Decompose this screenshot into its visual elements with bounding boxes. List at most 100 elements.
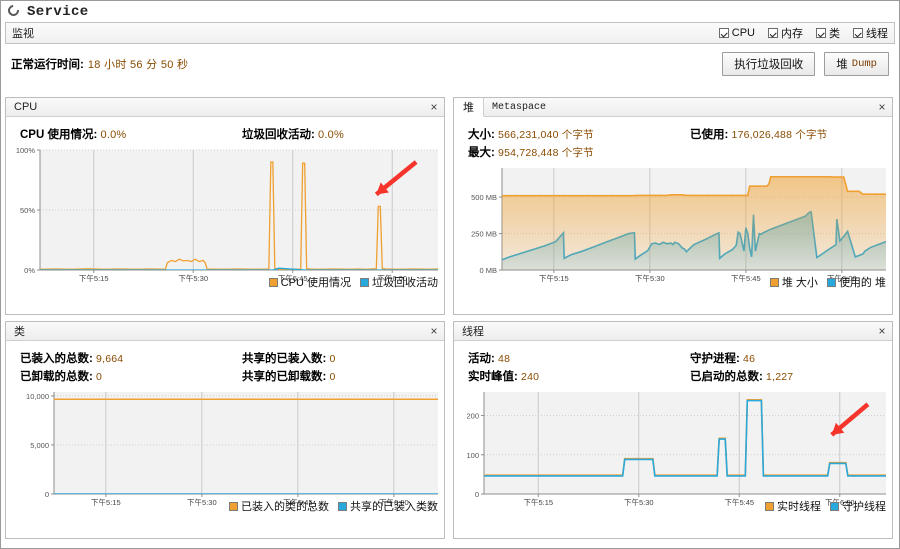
checkbox-label: 内存 — [781, 28, 803, 40]
close-icon[interactable]: × — [424, 322, 444, 340]
checkmark-icon — [718, 28, 729, 38]
legend-swatch-icon — [830, 501, 839, 511]
classes-legend-item[interactable]: 已装入的类的总数 — [229, 498, 329, 514]
close-icon[interactable]: × — [872, 322, 892, 340]
threads-live-value: 48 — [498, 353, 511, 365]
svg-text:下午5:15: 下午5:15 — [523, 497, 553, 507]
checkmark-icon — [816, 28, 826, 38]
heap-used-stat: 已使用: 176,026,488 个字节 — [690, 126, 892, 142]
close-icon[interactable]: × — [424, 98, 444, 116]
classes-stats: 已装入的总数: 9,664 共享的已装入数: 0 已卸载的总数: 0 共享的已卸… — [6, 347, 444, 386]
tab-heap[interactable]: 堆 — [454, 98, 484, 117]
checkmark-icon — [853, 28, 863, 38]
legend-swatch-icon — [765, 501, 774, 511]
panel-cpu-header: CPU × — [6, 98, 444, 117]
cpu-usage-value: 0.0% — [100, 129, 127, 141]
checkbox-cpu[interactable]: CPU — [718, 27, 755, 39]
legend-label: 使用的 堆 — [838, 277, 886, 289]
svg-text:250 MB: 250 MB — [471, 230, 497, 239]
panel-heap-body: 大小: 566,231,040 个字节 已使用: 176,026,488 个字节… — [454, 117, 892, 314]
threads-started-total-label: 已启动的总数: — [690, 371, 763, 383]
classes-loaded-total-stat: 已装入的总数: 9,664 — [20, 350, 242, 366]
cpu-legend-item[interactable]: 垃圾回收活动 — [360, 274, 438, 290]
checkbox-label: CPU — [731, 27, 755, 39]
threads-chart[interactable]: 0 100 200 下午5:15 下午5:30 下午5:45 下午6:00 实时线程 守护线程 — [454, 386, 892, 516]
gc-activity-label: 垃圾回收活动: — [242, 129, 315, 141]
legend-swatch-icon — [769, 277, 779, 287]
checkbox-内存[interactable]: 内存 — [768, 25, 803, 41]
threads-started-total-value: 1,227 — [766, 371, 794, 383]
panel-classes-title: 类 — [14, 326, 25, 338]
cpu-legend-item[interactable]: CPU 使用情况 — [268, 274, 351, 290]
classes-shared-unloaded-value: 0 — [329, 371, 336, 383]
gc-activity-stat: 垃圾回收活动: 0.0% — [242, 126, 444, 142]
heap-max-value: 954,728,448 个字节 — [498, 147, 594, 159]
panel-grid: CPU × CPU 使用情况: 0.0% 垃圾回收活动: 0.0% 0% 50% 1… — [5, 97, 897, 546]
svg-text:下午5:30: 下午5:30 — [178, 273, 208, 283]
heap-dump-label-mono: Dump — [851, 57, 877, 70]
svg-text:下午5:30: 下午5:30 — [635, 273, 665, 283]
panel-classes: 类 × 已装入的总数: 9,664 共享的已装入数: 0 已卸载的总数: 0 共… — [5, 321, 445, 539]
panel-cpu-body: CPU 使用情况: 0.0% 垃圾回收活动: 0.0% 0% 50% 100% 下午5… — [6, 117, 444, 314]
uptime-row: 正常运行时间: 18 小时 56 分 50 秒 执行垃圾回收 堆 Dump — [1, 44, 899, 83]
heap-legend-item[interactable]: 堆 大小 — [769, 274, 818, 290]
classes-shared-loaded-stat: 共享的已装入数: 0 — [242, 350, 444, 366]
svg-text:下午5:45: 下午5:45 — [724, 497, 754, 507]
monitor-checkbox-group: CPU 内存 类 线程 — [718, 25, 888, 41]
classes-shared-loaded-label: 共享的已装入数: — [242, 353, 327, 365]
heap-dump-button[interactable]: 堆 Dump — [824, 51, 889, 76]
threads-legend-item[interactable]: 守护线程 — [830, 498, 886, 514]
heap-legend-item[interactable]: 使用的 堆 — [826, 274, 886, 290]
threads-peak-stat: 实时峰值: 240 — [468, 368, 690, 384]
checkbox-线程[interactable]: 线程 — [853, 25, 888, 41]
close-icon[interactable]: × — [872, 98, 892, 116]
perform-gc-button[interactable]: 执行垃圾回收 — [722, 51, 816, 76]
cpu-usage-label: CPU 使用情况: — [20, 129, 98, 141]
classes-chart[interactable]: 0 5,000 10,000 下午5:15 下午5:30 下午5:45 下午6:00 已装入… — [6, 386, 444, 516]
svg-text:50%: 50% — [20, 206, 35, 215]
panel-threads: 线程 × 活动: 48 守护进程: 46 实时峰值: 240 已启动的总数: 1… — [453, 321, 893, 539]
checkmark-icon — [768, 28, 778, 38]
panel-heap: 堆 Metaspace × 大小: 566,231,040 个字节 已使用: 1… — [453, 97, 893, 315]
svg-text:下午5:15: 下午5:15 — [91, 497, 121, 507]
threads-chart-legend: 实时线程 守护线程 — [765, 498, 886, 514]
threads-daemon-value: 46 — [743, 353, 756, 365]
heap-size-value: 566,231,040 个字节 — [498, 129, 594, 141]
legend-label: 已装入的类的总数 — [241, 501, 329, 513]
threads-legend-item[interactable]: 实时线程 — [765, 498, 821, 514]
classes-shared-unloaded-stat: 共享的已卸载数: 0 — [242, 368, 444, 384]
service-monitor-window: Service 监视 CPU 内存类线程 正常运行时间: 18 小时 56 分 5… — [0, 0, 900, 549]
legend-swatch-icon — [229, 501, 238, 511]
checkbox-类[interactable]: 类 — [816, 25, 840, 41]
process-circle-icon — [5, 2, 22, 19]
svg-text:0 MB: 0 MB — [479, 266, 497, 275]
classes-legend-item[interactable]: 共享的已装入类数 — [338, 498, 438, 514]
classes-shared-unloaded-label: 共享的已卸载数: — [242, 371, 327, 383]
panel-threads-header: 线程 × — [454, 322, 892, 341]
classes-unloaded-total-label: 已卸载的总数: — [20, 371, 93, 383]
heap-max-label: 最大: — [468, 147, 495, 159]
svg-text:下午5:30: 下午5:30 — [624, 497, 654, 507]
heap-chart[interactable]: 0 MB 250 MB 500 MB 下午5:15 下午5:30 下午5:45 下午6:00… — [454, 162, 892, 292]
panel-threads-body: 活动: 48 守护进程: 46 实时峰值: 240 已启动的总数: 1,227 … — [454, 341, 892, 538]
heap-used-label: 已使用: — [690, 129, 729, 141]
panel-heap-header: 堆 Metaspace × — [454, 98, 892, 117]
threads-peak-value: 240 — [521, 371, 540, 383]
uptime-value: 18 小时 56 分 50 秒 — [87, 58, 189, 71]
legend-label: 堆 大小 — [781, 277, 818, 289]
tab-metaspace[interactable]: Metaspace — [484, 98, 554, 116]
classes-unloaded-total-value: 0 — [96, 371, 103, 383]
threads-started-total-stat: 已启动的总数: 1,227 — [690, 368, 892, 384]
svg-text:200: 200 — [466, 412, 479, 421]
monitor-toolbar: 监视 CPU 内存 类 线程 — [5, 22, 895, 44]
svg-text:10,000: 10,000 — [26, 392, 49, 401]
panel-threads-title: 线程 — [462, 326, 484, 338]
checkbox-label: 线程 — [866, 28, 888, 40]
legend-swatch-icon — [338, 501, 347, 511]
heap-size-stat: 大小: 566,231,040 个字节 — [468, 126, 690, 142]
threads-stats: 活动: 48 守护进程: 46 实时峰值: 240 已启动的总数: 1,227 — [454, 347, 892, 386]
cpu-chart[interactable]: 0% 50% 100% 下午5:15 下午5:30 下午5:45 下午6:00 CPU 使用… — [6, 144, 444, 292]
legend-label: 守护线程 — [842, 501, 886, 513]
page-title: Service — [27, 3, 89, 20]
action-button-group: 执行垃圾回收 堆 Dump — [722, 51, 889, 76]
